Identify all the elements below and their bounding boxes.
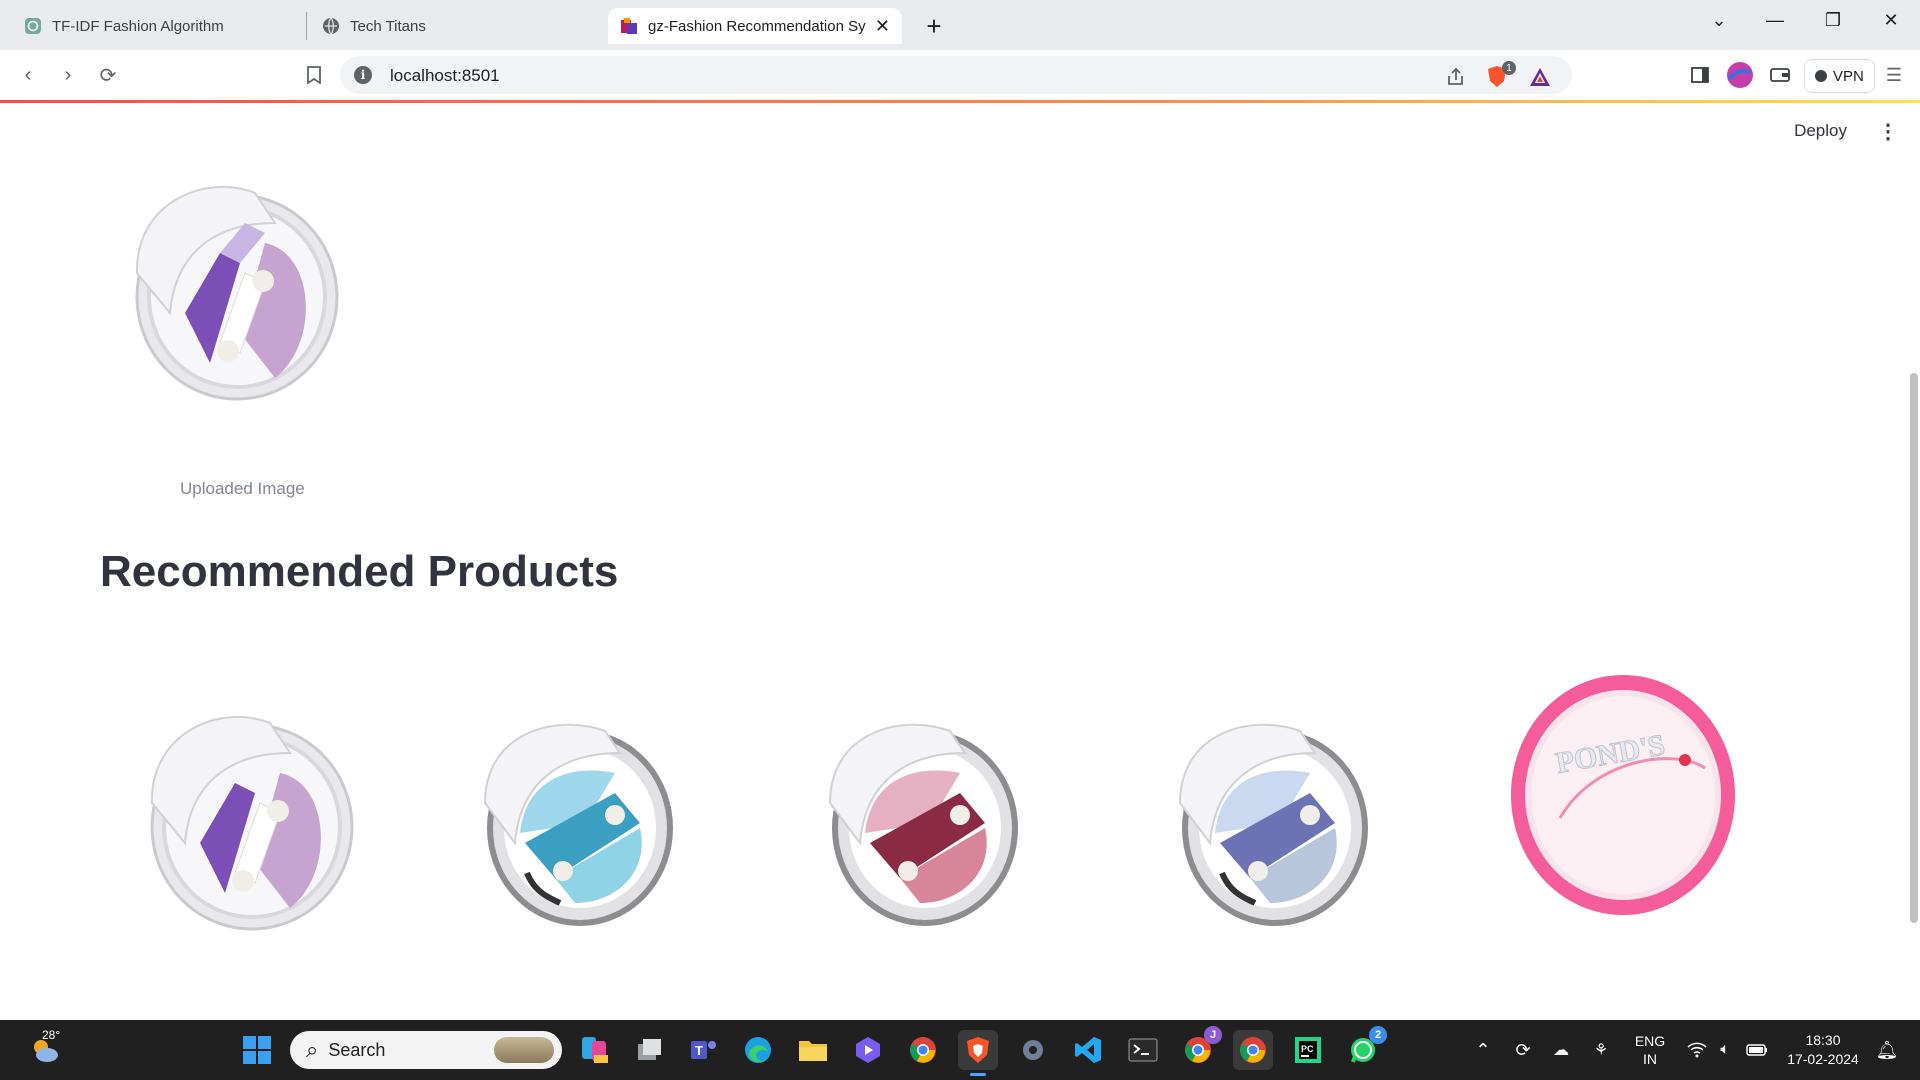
page-scrollbar[interactable] [1910, 373, 1918, 923]
main-menu-kebab-icon[interactable]: ⋮ [1878, 119, 1898, 144]
reload-icon[interactable]: ⟳ [92, 59, 124, 91]
vpn-label: VPN [1833, 67, 1864, 85]
bookmark-icon[interactable] [298, 59, 330, 91]
onedrive-icon[interactable]: ☁ [1548, 1020, 1574, 1080]
product-image-2 [465, 703, 685, 938]
region-code: IN [1643, 1051, 1657, 1067]
language-code: ENG [1634, 1033, 1666, 1049]
battery-icon[interactable] [1744, 1020, 1770, 1080]
address-bar[interactable]: i localhost:8501 1 [340, 56, 1572, 94]
browser-toolbar: ‹ › ⟳ i localhost:8501 1 VPN ☰ [0, 50, 1920, 100]
chrome-icon[interactable] [903, 1030, 943, 1070]
streamlit-app-page: Deploy ⋮ Uploaded Image Recommended Prod… [0, 103, 1920, 1020]
site-info-icon[interactable]: i [354, 66, 372, 84]
forward-button[interactable]: › [52, 59, 84, 91]
streamlit-icon [620, 17, 638, 35]
whatsapp-icon[interactable]: 2 [1343, 1026, 1387, 1070]
chatgpt-icon [24, 17, 42, 35]
vpn-status-icon [1815, 70, 1827, 82]
recommended-products-heading: Recommended Products [100, 547, 619, 596]
brave-browser-icon[interactable] [958, 1030, 998, 1076]
show-hidden-icons-chevron[interactable]: ⌃ [1470, 1020, 1496, 1080]
tab-tech-titans[interactable]: Tech Titans [310, 8, 600, 44]
new-tab-button[interactable]: + [918, 10, 950, 42]
globe-icon [322, 17, 340, 35]
file-explorer-icon[interactable] [793, 1030, 833, 1070]
svg-text:PC: PC [1301, 1044, 1314, 1054]
close-window-button[interactable]: ✕ [1862, 0, 1920, 40]
product-image-3 [810, 703, 1030, 938]
notifications-bell-icon[interactable]: 🔔︎ [1872, 1020, 1902, 1080]
search-placeholder: Search [328, 1039, 386, 1060]
weather-temperature: 28° [42, 1028, 61, 1042]
deploy-button[interactable]: Deploy [1794, 121, 1847, 141]
volume-icon[interactable]: 🔈︎ [1712, 1020, 1738, 1080]
url-text[interactable]: localhost:8501 [390, 66, 500, 86]
tab-fashion-recommendation[interactable]: gz-Fashion Recommendation Sy ✕ [608, 8, 902, 44]
restore-button[interactable]: ❐ [1804, 0, 1862, 40]
tab-search-chevron-icon[interactable]: ⌄ [1690, 0, 1748, 40]
search-icon: ⌕ [306, 1037, 319, 1062]
tab-title: gz-Fashion Recommendation Sy [648, 17, 866, 35]
terminal-icon[interactable] [1123, 1030, 1163, 1070]
vpn-button[interactable]: VPN [1804, 59, 1875, 93]
minimize-button[interactable]: — [1746, 0, 1804, 40]
brave-rewards-icon[interactable] [1528, 65, 1552, 89]
edge-icon[interactable] [738, 1030, 778, 1070]
wifi-icon[interactable] [1684, 1020, 1710, 1080]
tab-tfidf[interactable]: TF-IDF Fashion Algorithm [12, 8, 302, 44]
tab-separator [306, 12, 307, 40]
teams-icon[interactable]: T [684, 1030, 724, 1070]
sidebar-toggle-icon[interactable] [1684, 59, 1716, 91]
chrome-active-icon[interactable] [1233, 1030, 1273, 1070]
profile-avatar[interactable] [1724, 59, 1756, 91]
pycharm-icon[interactable]: PC [1288, 1030, 1328, 1070]
language-indicator[interactable]: ENG IN [1628, 1020, 1672, 1080]
clipchamp-icon[interactable] [848, 1030, 888, 1070]
tab-title: TF-IDF Fashion Algorithm [52, 17, 224, 35]
wallet-icon[interactable] [1764, 59, 1796, 91]
product-image-1 [120, 693, 370, 938]
clock-date: 17-02-2024 [1787, 1051, 1859, 1067]
chrome-profile-icon[interactable]: J [1178, 1026, 1222, 1070]
active-app-indicator [970, 1073, 986, 1076]
clock[interactable]: 18:30 17-02-2024 [1782, 1020, 1864, 1080]
vscode-icon[interactable] [1068, 1030, 1108, 1070]
brave-shields-icon[interactable]: 1 [1484, 61, 1516, 89]
chrome-profile-badge: J [1204, 1026, 1222, 1044]
svg-text:T: T [695, 1043, 703, 1058]
copilot-preview-icon[interactable] [575, 1030, 615, 1070]
uploaded-image-caption: Uploaded Image [180, 479, 305, 498]
share-icon[interactable] [1444, 65, 1468, 89]
menu-icon[interactable]: ☰ [1878, 59, 1910, 91]
uploaded-image [115, 163, 345, 408]
close-tab-icon[interactable]: ✕ [875, 16, 890, 37]
clock-time: 18:30 [1805, 1032, 1841, 1048]
windows-taskbar: 28° ⌕ Search T J PC 2 ⌃ ⟳ ☁ ⚘ ENG IN 🔈︎ … [0, 1020, 1920, 1080]
weather-widget[interactable]: 28° [20, 1020, 70, 1080]
search-highlight-image [494, 1037, 554, 1063]
taskbar-search[interactable]: ⌕ Search [290, 1031, 562, 1069]
product-image-4 [1160, 703, 1380, 938]
tab-title: Tech Titans [350, 17, 426, 35]
product-image-5: POND'S [1505, 668, 1745, 923]
settings-gear-icon[interactable] [1013, 1030, 1053, 1070]
shields-count-badge: 1 [1502, 61, 1516, 75]
sync-icon[interactable]: ⟳ [1510, 1020, 1536, 1080]
network-sharing-icon[interactable]: ⚘ [1588, 1020, 1614, 1080]
whatsapp-unread-badge: 2 [1369, 1026, 1387, 1044]
task-view-icon[interactable] [630, 1030, 670, 1070]
windows-start-icon[interactable] [237, 1030, 277, 1070]
tab-strip: TF-IDF Fashion Algorithm Tech Titans gz-… [0, 0, 1920, 50]
back-button[interactable]: ‹ [12, 59, 44, 91]
